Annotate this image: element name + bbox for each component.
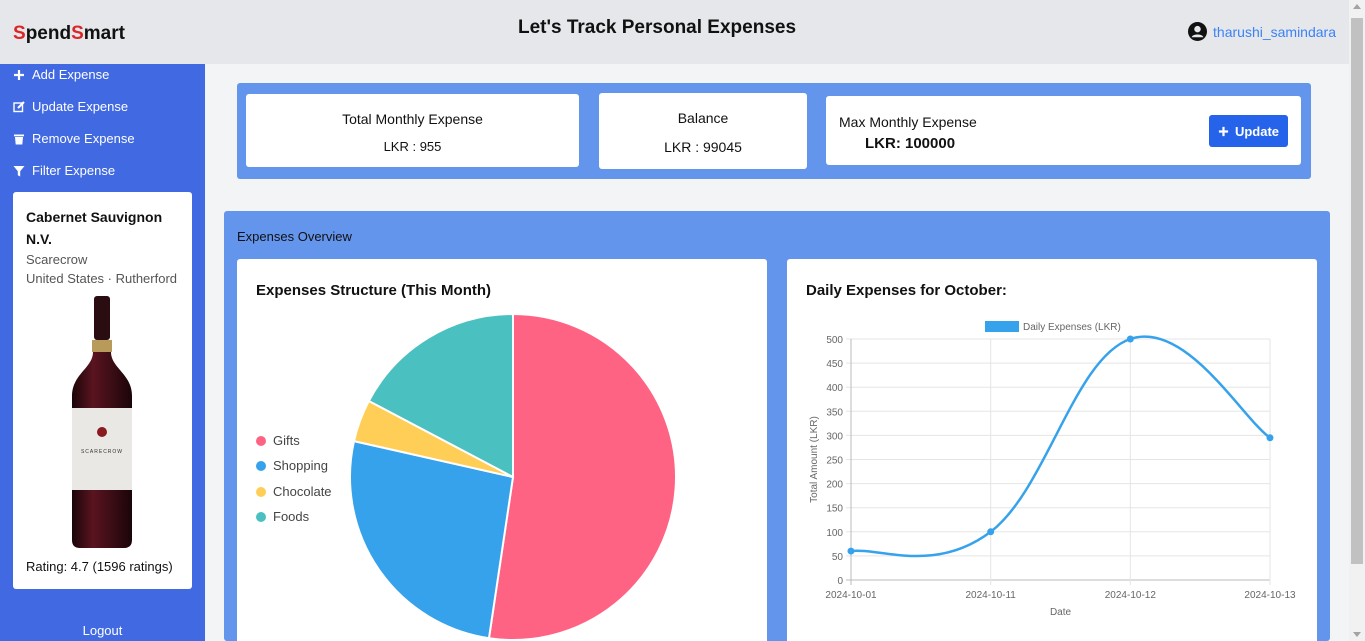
y-tick-label: 0: [837, 576, 843, 587]
legend-label[interactable]: Daily Expenses (LKR): [1023, 322, 1121, 333]
pie-chart: [349, 312, 677, 641]
legend-shopping[interactable]: Shopping: [256, 458, 328, 473]
summary-panel: Total Monthly Expense LKR : 955 Balance …: [237, 83, 1311, 179]
wine-name: Cabernet Sauvignon N.V.: [26, 209, 163, 247]
overview-title: Expenses Overview: [237, 229, 352, 244]
sidebar-item-filter-expense[interactable]: Filter Expense: [13, 163, 115, 178]
plus-icon: [14, 69, 24, 80]
legend-chocolate[interactable]: Chocolate: [256, 484, 332, 499]
page-title: Let's Track Personal Expenses: [517, 17, 797, 38]
trash-icon: [14, 134, 24, 144]
balance-card: Balance LKR : 99045: [599, 93, 807, 169]
y-axis-label: Total Amount (LKR): [809, 416, 820, 503]
user-circle-icon: [1188, 22, 1208, 41]
legend-foods[interactable]: Foods: [256, 509, 309, 524]
y-tick-label: 400: [826, 383, 843, 394]
wine-winery: Scarecrow: [26, 252, 88, 267]
max-expense-value: LKR: 100000: [865, 135, 956, 152]
svg-text:SCARECROW: SCARECROW: [81, 449, 123, 455]
y-tick-label: 450: [826, 359, 843, 370]
y-tick-label: 300: [826, 431, 843, 442]
legend-marker: [256, 511, 266, 522]
filter-icon: [13, 165, 25, 176]
username-link[interactable]: tharushi_samindara: [1213, 24, 1336, 40]
wine-location: United States · Rutherford: [26, 271, 178, 286]
y-tick-label: 50: [832, 552, 844, 563]
pie-chart-card: Expenses Structure (This Month) Gifts Sh…: [237, 259, 767, 641]
total-expense-title: Total Monthly Expense: [342, 111, 483, 127]
wine-bottle-image: SCARECROW: [72, 296, 132, 548]
y-tick-label: 150: [826, 504, 843, 515]
scroll-down-icon[interactable]: [1353, 632, 1361, 637]
y-tick-label: 200: [826, 480, 843, 491]
scroll-thumb[interactable]: [1351, 18, 1363, 564]
x-tick-label: 2024-10-12: [1105, 590, 1157, 601]
legend-marker: [256, 486, 266, 497]
balance-title: Balance: [677, 110, 729, 126]
y-tick-label: 500: [826, 335, 843, 346]
x-tick-label: 2024-10-01: [825, 590, 877, 601]
page-scrollbar[interactable]: [1349, 0, 1365, 641]
line-point[interactable]: [1266, 434, 1274, 442]
max-expense-title: Max Monthly Expense: [839, 114, 977, 130]
x-tick-label: 2024-10-11: [965, 590, 1016, 601]
balance-value: LKR : 99045: [664, 139, 742, 155]
line-point[interactable]: [987, 528, 995, 536]
y-tick-label: 250: [826, 456, 843, 467]
line-point[interactable]: [1126, 335, 1134, 343]
user-profile[interactable]: tharushi_samindara: [1188, 22, 1336, 41]
pie-slice-gifts[interactable]: [487, 312, 677, 641]
line-chart-card: Daily Expenses for October: 0 50 100 150 200…: [787, 259, 1317, 641]
wine-rating: Rating: 4.7 (1596 ratings): [26, 559, 173, 574]
total-expense-card: Total Monthly Expense LKR : 955: [246, 94, 579, 167]
legend-marker[interactable]: [985, 321, 1019, 332]
sidebar-item-update-expense[interactable]: Update Expense: [13, 99, 128, 114]
line-series-daily-expenses: [850, 335, 1271, 558]
plus-icon: [1218, 126, 1229, 136]
sidebar-item-add-expense[interactable]: Add Expense: [13, 67, 109, 82]
expenses-overview-panel: Expenses Overview Expenses Structure (Th…: [224, 211, 1330, 641]
sidebar-item-remove-expense[interactable]: Remove Expense: [13, 131, 135, 146]
top-header: SpendSmart Let's Track Personal Expenses…: [0, 0, 1349, 64]
sidebar: Add Expense Update Expense Remove Expens…: [0, 64, 205, 641]
legend-marker: [256, 435, 266, 446]
x-tick-label: 2024-10-13: [1244, 590, 1296, 601]
logout-button[interactable]: Logout: [0, 623, 205, 638]
update-max-button[interactable]: Update: [1209, 115, 1288, 147]
legend-marker: [256, 460, 266, 471]
x-axis-label: Date: [1050, 607, 1072, 618]
line-point[interactable]: [847, 547, 855, 555]
max-expense-card: Max Monthly Expense LKR: 100000 Update: [826, 96, 1301, 165]
wine-card: Cabernet Sauvignon N.V. Scarecrow United…: [13, 192, 192, 589]
pie-chart-title: Expenses Structure (This Month): [256, 282, 492, 299]
scroll-up-icon[interactable]: [1353, 4, 1361, 9]
y-tick-label: 100: [826, 528, 843, 539]
y-tick-label: 350: [826, 407, 843, 418]
total-expense-value: LKR : 955: [383, 139, 442, 154]
edit-icon: [13, 100, 25, 112]
legend-gifts[interactable]: Gifts: [256, 433, 300, 448]
line-chart: 0 50 100 150 200 250 300 350 400 450 500 2024-10-01…: [809, 321, 1296, 618]
